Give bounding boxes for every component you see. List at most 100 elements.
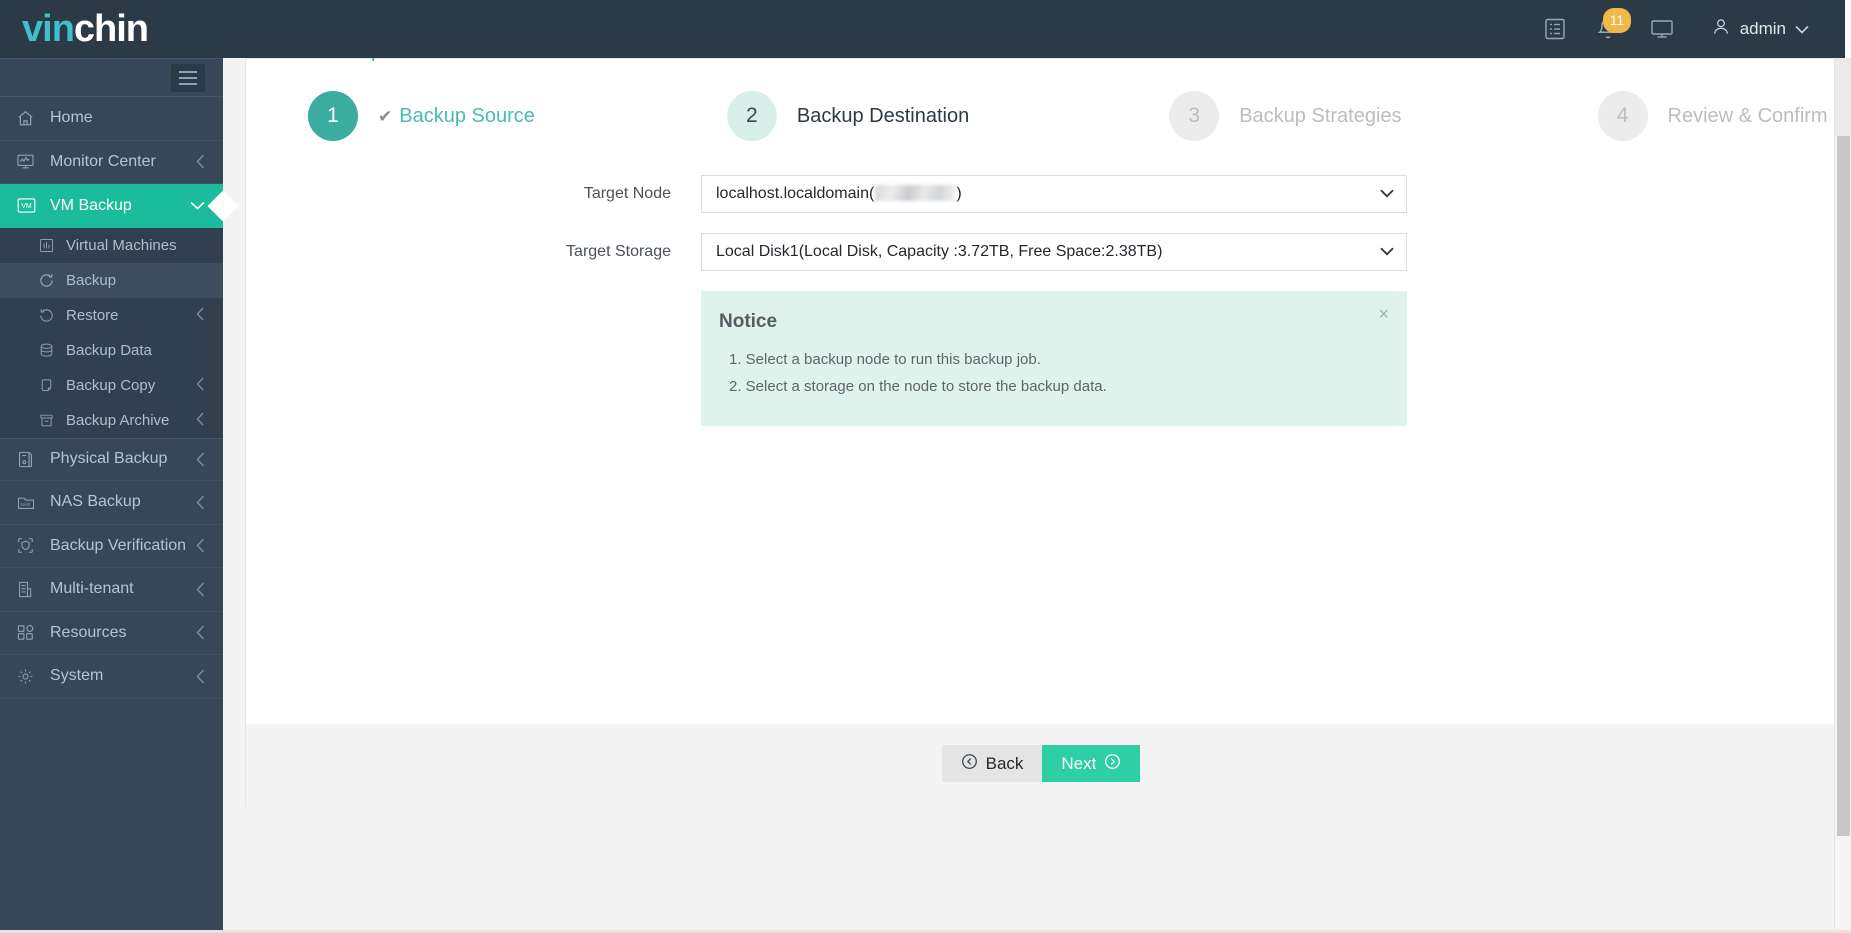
step-label: Backup Destination bbox=[796, 104, 970, 127]
sidebar-item-backup[interactable]: Backup bbox=[0, 262, 223, 298]
scrollbar-track[interactable] bbox=[1835, 58, 1851, 136]
grid-icon bbox=[16, 623, 46, 642]
svg-text:VM: VM bbox=[21, 203, 32, 210]
target-node-row: Target Node localhost.localdomain() bbox=[246, 175, 1836, 213]
sidebar-item-physical-backup[interactable]: Physical Backup bbox=[0, 437, 223, 481]
chevron-down-icon bbox=[1380, 186, 1394, 201]
sidebar-item-label: Backup Data bbox=[66, 341, 152, 359]
sidebar-item-label: Backup bbox=[66, 271, 117, 289]
step-number: 3 bbox=[1169, 91, 1220, 141]
task-list-button[interactable] bbox=[1529, 0, 1581, 58]
target-storage-select[interactable]: Local Disk1(Local Disk, Capacity :3.72TB… bbox=[701, 233, 1407, 271]
user-menu[interactable]: admin bbox=[1689, 0, 1815, 58]
backup-destination-form: Target Node localhost.localdomain() Targ… bbox=[246, 159, 1836, 426]
copy-icon bbox=[38, 377, 64, 394]
console-button[interactable] bbox=[1635, 0, 1689, 58]
sidebar-item-label: Backup Verification bbox=[50, 536, 187, 554]
redacted-ip-address bbox=[875, 185, 956, 201]
sidebar-item-virtual-machines[interactable]: Virtual Machines bbox=[0, 227, 223, 263]
wizard-step-backup-destination[interactable]: 2 Backup Destination bbox=[726, 91, 970, 141]
nas-folder-icon: NAS bbox=[16, 493, 46, 512]
chevron-left-icon bbox=[196, 412, 205, 429]
chevron-left-icon bbox=[196, 154, 205, 169]
sidebar-collapse-row bbox=[0, 59, 223, 97]
step-label-wrap: ✔ Backup Source bbox=[378, 105, 535, 128]
sidebar-item-label: System bbox=[50, 667, 104, 685]
arrow-left-circle-icon bbox=[961, 753, 978, 775]
notifications-button[interactable]: 11 bbox=[1581, 0, 1635, 58]
sidebar-item-system[interactable]: System bbox=[0, 655, 223, 699]
restore-icon bbox=[38, 307, 64, 324]
sidebar-item-nas-backup[interactable]: NAS NAS Backup bbox=[0, 481, 223, 525]
app-logo[interactable]: vinchin bbox=[0, 10, 265, 48]
notice-list: 1. Select a backup node to run this back… bbox=[719, 346, 1383, 400]
sidebar-item-resources[interactable]: Resources bbox=[0, 612, 223, 655]
vm-icon: VM bbox=[16, 195, 46, 216]
next-button-label: Next bbox=[1061, 753, 1097, 773]
target-node-select[interactable]: localhost.localdomain() bbox=[701, 175, 1407, 213]
chevron-left-icon bbox=[196, 307, 205, 324]
wizard-step-backup-source[interactable]: 1 ✔ Backup Source bbox=[308, 91, 535, 141]
sidebar-item-label: Physical Backup bbox=[50, 450, 168, 468]
sidebar-item-backup-archive[interactable]: Backup Archive bbox=[0, 402, 223, 438]
chevron-left-icon bbox=[196, 582, 205, 597]
logo-text-secondary: chin bbox=[73, 8, 149, 50]
sidebar-item-vm-backup[interactable]: VM VM Backup bbox=[0, 184, 223, 228]
sidebar-item-label: Virtual Machines bbox=[66, 236, 177, 254]
page-scrollbar[interactable] bbox=[1834, 58, 1851, 933]
server-icon bbox=[16, 450, 46, 469]
target-node-value: localhost.localdomain() bbox=[716, 185, 962, 202]
list-icon bbox=[1543, 17, 1567, 41]
sidebar-item-home[interactable]: Home bbox=[0, 97, 223, 141]
database-icon bbox=[38, 342, 64, 359]
top-header-bar: vinchin 11 admin bbox=[0, 0, 1845, 58]
wizard-step-review-confirm: 4 Review & Confirm bbox=[1597, 91, 1828, 141]
sidebar-item-backup-data[interactable]: Backup Data bbox=[0, 332, 223, 368]
sidebar-item-label: Multi-tenant bbox=[50, 580, 134, 598]
chevron-left-icon bbox=[196, 452, 205, 467]
notice-item: 2. Select a storage on the node to store… bbox=[729, 378, 1107, 395]
sidebar-item-label: Home bbox=[50, 109, 93, 127]
sidebar-item-label: Backup Copy bbox=[66, 376, 156, 394]
monitor-icon bbox=[1649, 17, 1675, 41]
back-button-label: Back bbox=[985, 753, 1024, 773]
user-icon bbox=[1711, 17, 1731, 42]
step-label: Backup Source bbox=[399, 104, 535, 127]
sidebar-item-multi-tenant[interactable]: Multi-tenant bbox=[0, 568, 223, 612]
chevron-left-icon bbox=[196, 538, 205, 553]
sidebar-item-label: Restore bbox=[66, 306, 119, 324]
chevron-down-icon bbox=[1795, 19, 1809, 39]
monitor-chart-icon bbox=[16, 152, 46, 171]
sidebar-item-backup-copy[interactable]: Backup Copy bbox=[0, 367, 223, 403]
archive-icon bbox=[38, 412, 64, 429]
back-button[interactable]: Back bbox=[941, 745, 1043, 782]
sidebar-item-label: Monitor Center bbox=[50, 152, 156, 170]
step-number: 2 bbox=[726, 91, 777, 141]
sidebar-item-backup-verification[interactable]: Backup Verification bbox=[0, 525, 223, 568]
logo-text-primary: vin bbox=[22, 8, 75, 50]
wizard-step-backup-strategies: 3 Backup Strategies bbox=[1169, 91, 1402, 141]
next-button[interactable]: Next bbox=[1042, 745, 1141, 782]
check-icon: ✔ bbox=[378, 106, 393, 126]
target-node-control: localhost.localdomain() bbox=[701, 175, 1407, 213]
chevron-left-icon bbox=[196, 625, 205, 640]
building-icon bbox=[16, 580, 46, 599]
scrollbar-thumb[interactable] bbox=[1837, 136, 1850, 836]
close-icon[interactable]: × bbox=[1378, 305, 1389, 323]
step-number: 4 bbox=[1597, 91, 1648, 141]
backup-refresh-icon bbox=[38, 272, 64, 289]
sidebar-item-label: VM Backup bbox=[50, 196, 132, 214]
sidebar-item-label: Resources bbox=[50, 623, 127, 641]
hamburger-menu-icon[interactable] bbox=[171, 63, 205, 92]
gear-icon bbox=[16, 667, 46, 686]
sidebar-item-monitor-center[interactable]: Monitor Center bbox=[0, 141, 223, 184]
chevron-left-icon bbox=[196, 669, 205, 684]
sidebar-item-restore[interactable]: Restore bbox=[0, 297, 223, 333]
target-storage-row: Target Storage Local Disk1(Local Disk, C… bbox=[246, 233, 1836, 271]
notice-title: Notice bbox=[719, 311, 778, 332]
main-content: New Backup Job 1 ✔Backup Source 2 Backup… bbox=[223, 0, 1845, 933]
target-storage-label: Target Storage bbox=[566, 243, 671, 260]
user-name-label: admin bbox=[1739, 19, 1786, 38]
notice-panel: × Notice 1. Select a backup node to run … bbox=[701, 291, 1407, 426]
target-storage-value: Local Disk1(Local Disk, Capacity :3.72TB… bbox=[716, 243, 1163, 260]
